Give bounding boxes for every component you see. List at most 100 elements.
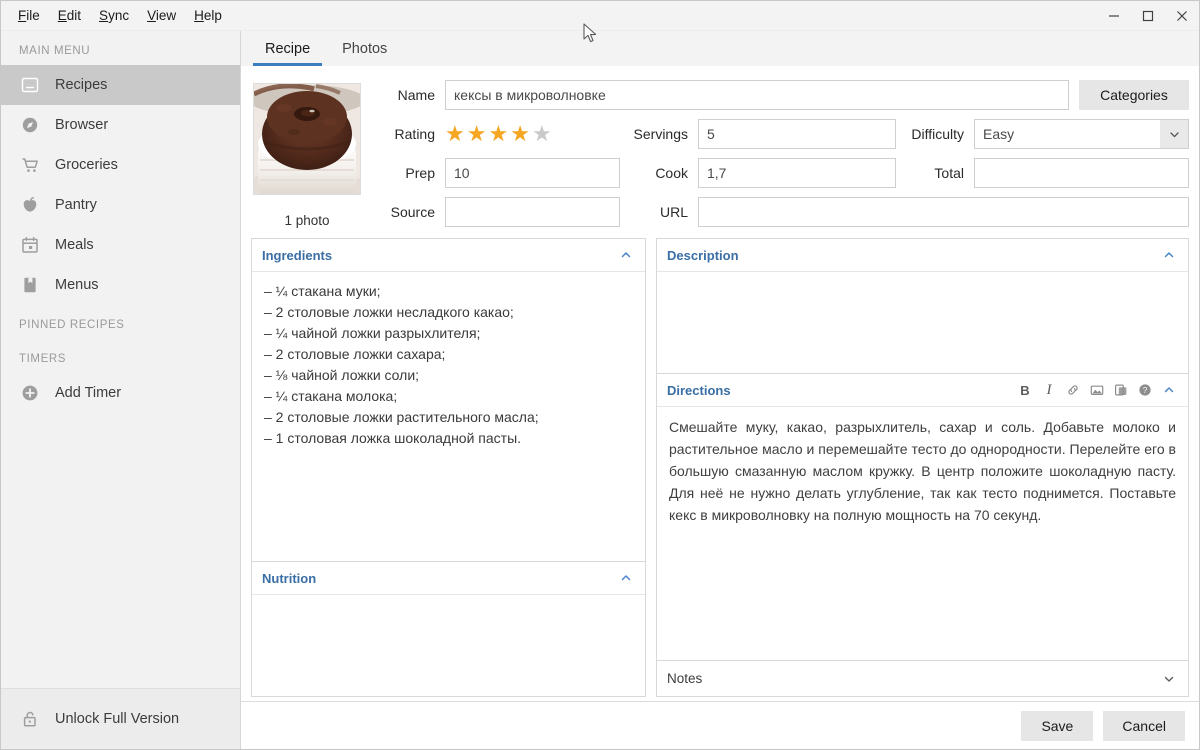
left-column: Ingredients – ¼ стакана муки; – 2 столов… [251,238,646,697]
source-label: Source [390,204,435,220]
ingredient-item: – 2 столовые ложки сахара; [264,346,446,362]
sidebar-item-label: Groceries [55,157,118,173]
ingredients-panel-body[interactable]: – ¼ стакана муки; – 2 столовые ложки нес… [252,272,645,561]
window-controls [1097,1,1199,31]
chevron-up-icon[interactable] [1158,379,1180,401]
title-bar: File Edit Sync View Help [1,1,1199,31]
sidebar-item-pantry[interactable]: Pantry [1,185,240,225]
minimize-icon [1109,14,1119,17]
unlock-full-version-button[interactable]: Unlock Full Version [1,689,240,749]
row-name: Name Categories [377,80,1189,110]
tab-recipe[interactable]: Recipe [249,31,326,66]
ingredient-item: – 1 столовая ложка шоколадной пасты. [264,430,522,446]
menu-view[interactable]: View [138,4,185,27]
maximize-icon [1142,10,1154,21]
tab-photos[interactable]: Photos [326,31,403,66]
menu-file[interactable]: File [9,4,49,27]
sidebar-item-groceries[interactable]: Groceries [1,145,240,185]
maximize-button[interactable] [1131,1,1165,31]
notes-panel-title: Notes [667,671,703,686]
name-input[interactable] [445,80,1069,110]
chevron-up-icon[interactable] [1158,244,1180,266]
sidebar-item-browser[interactable]: Browser [1,105,240,145]
sidebar-item-menus[interactable]: Menus [1,265,240,305]
fields-area: Name Categories Rating ★ [363,80,1189,228]
row-prep-cook-total: Prep Cook Total [377,158,1189,188]
notes-panel-header[interactable]: Notes [656,661,1189,697]
servings-input[interactable] [698,119,896,149]
star-3[interactable]: ★ [488,123,508,145]
close-icon [1177,10,1187,21]
star-1[interactable]: ★ [445,123,465,145]
difficulty-select[interactable]: Easy [974,119,1189,149]
menu-help[interactable]: Help [185,4,231,27]
ingredients-list: – ¼ стакана муки; – 2 столовые ложки нес… [264,281,633,449]
image-icon[interactable] [1086,379,1108,401]
sidebar-footer: Unlock Full Version [1,688,240,749]
star-2[interactable]: ★ [467,123,487,145]
menu-sync[interactable]: Sync [90,4,138,27]
panels-area: Ingredients – ¼ стакана муки; – 2 столов… [251,238,1189,701]
menu-edit[interactable]: Edit [49,4,90,27]
categories-button[interactable]: Categories [1079,80,1189,110]
row-source-url: Source URL [377,197,1189,227]
ingredients-panel-title: Ingredients [262,247,333,263]
paste-icon[interactable] [1110,379,1132,401]
sidebar-item-label: Meals [55,237,94,253]
photo-column: 1 photo [251,80,363,228]
italic-icon[interactable]: I [1038,379,1060,401]
sidebar-item-add-timer[interactable]: Add Timer [1,373,240,413]
save-button[interactable]: Save [1021,710,1094,741]
recipe-header-form: 1 photo Name Categories [251,76,1189,238]
nutrition-panel-tools [615,567,637,589]
sidebar-item-recipes[interactable]: Recipes [1,65,240,105]
ingredients-panel-header[interactable]: Ingredients [252,239,645,272]
description-panel: Description [656,238,1189,374]
prep-input[interactable] [445,158,620,188]
total-input[interactable] [974,158,1189,188]
sidebar-item-label: Menus [55,277,99,293]
rating-stars[interactable]: ★ ★ ★ ★ ★ [445,123,620,145]
cook-input[interactable] [698,158,896,188]
close-button[interactable] [1165,1,1199,31]
directions-panel-body[interactable]: Смешайте муку, какао, разрыхлитель, саха… [657,407,1188,660]
ingredient-item: – 2 столовые ложки несладкого какао; [264,304,514,320]
nutrition-panel-header[interactable]: Nutrition [252,562,645,595]
sidebar-section-timers: TIMERS [19,353,67,365]
photo-caption: 1 photo [284,213,330,228]
chevron-down-icon[interactable] [1160,120,1188,148]
url-input[interactable] [698,197,1189,227]
sidebar-scroll-area: MAIN MENU Recipes Browser Groceries Pant… [1,31,240,688]
directions-panel-title: Directions [667,382,731,398]
editor-footer: Save Cancel [241,701,1199,749]
categories-button-label: Categories [1100,87,1168,103]
ingredients-panel: Ingredients – ¼ стакана муки; – 2 столов… [251,238,646,562]
recipe-photo-thumbnail[interactable] [253,83,361,195]
sidebar-item-label: Recipes [55,77,108,93]
nutrition-panel-body[interactable] [252,595,645,696]
link-icon[interactable] [1062,379,1084,401]
ingredients-panel-tools [615,244,637,266]
prep-label: Prep [405,165,435,181]
pantry-icon [19,194,41,216]
chevron-up-icon[interactable] [615,567,637,589]
chevron-down-icon[interactable] [1158,668,1180,690]
main-content: Recipe Photos 1 photo Name кексы в микро… [241,31,1199,749]
groceries-icon [19,154,41,176]
cancel-button[interactable]: Cancel [1103,710,1185,741]
star-4[interactable]: ★ [510,123,530,145]
sidebar-item-label: Pantry [55,197,97,213]
chevron-up-icon[interactable] [615,244,637,266]
cook-label: Cook [655,165,688,181]
star-5[interactable]: ★ [532,123,552,145]
sidebar-item-meals[interactable]: Meals [1,225,240,265]
row-rating-servings-difficulty: Rating ★ ★ ★ ★ ★ Servings Difficulty [377,119,1189,149]
bold-icon[interactable]: B [1014,379,1036,401]
description-panel-body[interactable] [657,272,1188,373]
source-input[interactable] [445,197,620,227]
description-panel-header[interactable]: Description [657,239,1188,272]
name-label: Name [397,87,435,103]
help-icon[interactable]: ? [1134,379,1156,401]
directions-panel-header[interactable]: Directions B I ? [657,374,1188,407]
minimize-button[interactable] [1097,1,1131,31]
